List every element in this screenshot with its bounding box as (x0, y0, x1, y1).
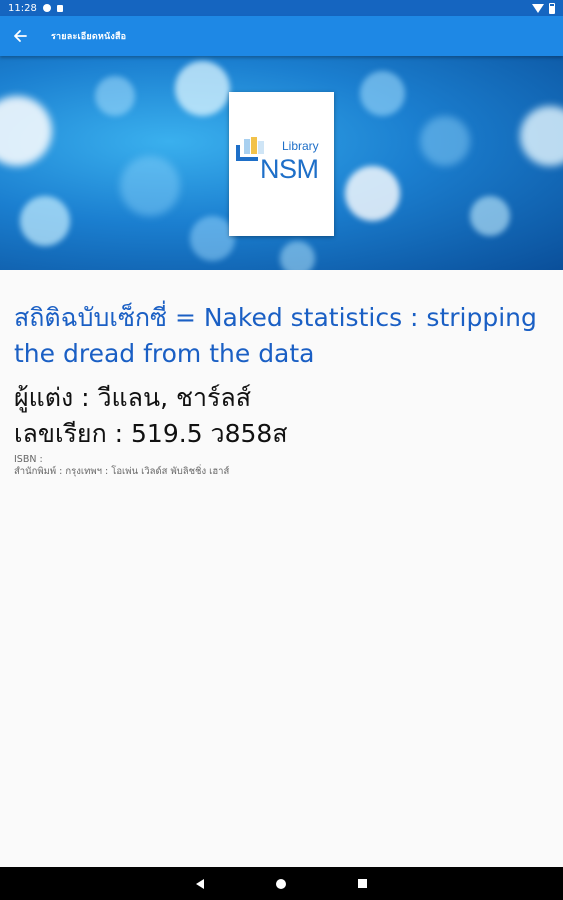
nav-recents-icon[interactable] (358, 879, 367, 888)
battery-icon (549, 2, 555, 14)
book-title: สถิติฉบับเซ็กซี่ = Naked statistics : st… (14, 303, 537, 368)
back-button[interactable] (3, 16, 37, 56)
bokeh-light (280, 241, 315, 270)
status-time: 11:28 (8, 2, 37, 14)
bokeh-light (175, 61, 230, 116)
wifi-icon (532, 3, 544, 13)
book-cover: Library NSM (229, 92, 334, 236)
bokeh-light (120, 156, 180, 216)
header-banner: Library NSM (0, 56, 563, 270)
book-details: สถิติฉบับเซ็กซี่ = Naked statistics : st… (14, 300, 544, 478)
bokeh-light (520, 106, 563, 166)
bokeh-light (420, 116, 470, 166)
bokeh-light (95, 76, 135, 116)
notification-dot-icon (42, 4, 51, 12)
bokeh-light (470, 196, 510, 236)
status-bar: 11:28 (0, 0, 563, 16)
nav-home-icon[interactable] (276, 878, 286, 889)
book-isbn: ISBN : (14, 454, 43, 465)
book-publisher: สำนักพิมพ์ : กรุงเทพฯ : โอเพ่น เวิลด์ส พ… (14, 466, 230, 477)
app-bar: รายละเอียดหนังสือ (0, 16, 563, 56)
bokeh-light (0, 96, 52, 166)
book-author: ผู้แต่ง : วีแลน, ชาร์ลส์ (14, 383, 251, 412)
nav-back-icon[interactable] (196, 878, 204, 889)
system-nav-bar (0, 867, 563, 900)
lock-icon (56, 4, 63, 12)
arrow-left-icon (14, 30, 27, 42)
logo-nsm-text: NSM (260, 154, 319, 184)
logo-library-text: Library (282, 139, 319, 153)
bokeh-light (345, 166, 400, 221)
page-title: รายละเอียดหนังสือ (51, 32, 127, 42)
bokeh-light (20, 196, 70, 246)
book-call-number: เลขเรียก : 519.5 ว858ส (14, 419, 288, 448)
bokeh-light (360, 71, 405, 116)
